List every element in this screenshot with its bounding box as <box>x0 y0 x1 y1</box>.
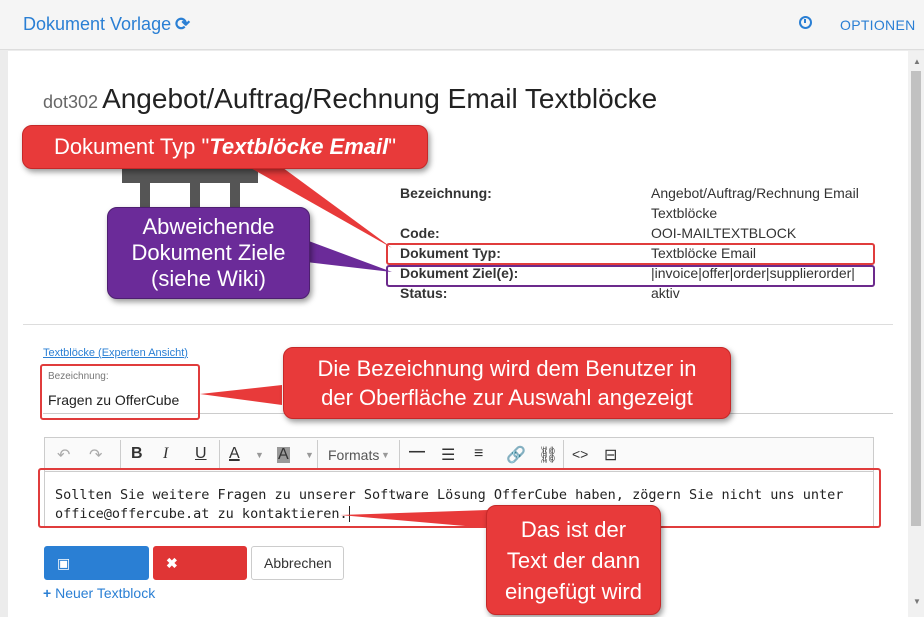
top-bar: Dokument Vorlage ⟳ OPTIONEN <box>0 0 924 50</box>
formats-chevron-icon[interactable]: ▼ <box>381 450 390 460</box>
formats-dropdown[interactable]: Formats <box>328 447 379 463</box>
scroll-thumb[interactable] <box>911 71 921 526</box>
highlight-editor-content <box>38 468 881 528</box>
doc-id: dot302 <box>43 92 99 112</box>
info-code-label: Code: <box>400 225 440 241</box>
bg-color-icon[interactable]: A <box>277 447 290 463</box>
textbloecke-link[interactable]: Textblöcke (Experten Ansicht) <box>43 347 188 359</box>
bg-color-dropdown-icon[interactable]: ▼ <box>305 450 314 460</box>
highlight-dokument-typ <box>386 243 875 265</box>
info-bezeichnung-value: Angebot/Auftrag/Rechnung Email Textblöck… <box>651 185 859 221</box>
floppy-icon: ▣ <box>57 555 71 571</box>
callout-dokument-typ: Dokument Typ "Textblöcke Email" <box>22 125 428 169</box>
page-title: dot302 Angebot/Auftrag/Rechnung Email Tex… <box>43 83 657 115</box>
horizontal-rule-icon[interactable]: — <box>409 443 425 461</box>
redo-icon[interactable]: ↷ <box>89 445 102 465</box>
underline-icon[interactable]: U <box>195 445 207 463</box>
new-textblock-link[interactable]: + Neuer Textblock <box>43 585 155 601</box>
scroll-down-icon[interactable]: ▼ <box>913 597 921 606</box>
cancel-button[interactable]: Abbrechen <box>251 546 344 580</box>
scrollbar[interactable]: ▲ ▼ <box>908 51 924 617</box>
text-color-icon[interactable]: A <box>229 445 240 463</box>
highlight-dokument-ziel <box>386 265 875 287</box>
callout-text: Das ist der Text der dann eingefügt wird <box>486 505 661 615</box>
page-break-icon[interactable]: ⊟ <box>604 445 617 465</box>
info-status-value: aktiv <box>651 285 680 301</box>
refresh-icon[interactable]: ⟳ <box>175 14 190 35</box>
page-title-text: Angebot/Auftrag/Rechnung Email Textblöck… <box>102 83 658 114</box>
undo-icon[interactable]: ↶ <box>57 445 70 465</box>
callout-dokument-ziele: Abweichende Dokument Ziele (siehe Wiki) <box>107 207 310 299</box>
app-title[interactable]: Dokument Vorlage <box>23 14 171 35</box>
italic-icon[interactable]: I <box>163 445 168 463</box>
clock-icon[interactable] <box>799 16 812 29</box>
text-color-dropdown-icon[interactable]: ▼ <box>255 450 264 460</box>
highlight-bezeichnung <box>40 364 200 420</box>
callout-bezeichnung: Die Bezeichnung wird dem Benutzer in der… <box>283 347 731 419</box>
info-bezeichnung-label: Bezeichnung: <box>400 185 492 201</box>
info-code-value: OOI-MAILTEXTBLOCK <box>651 225 797 241</box>
code-icon[interactable]: <> <box>572 446 588 462</box>
expert-view-link[interactable]: Experten Ansicht <box>102 347 185 359</box>
unlink-icon[interactable]: ⛓ <box>538 445 558 465</box>
link-icon[interactable]: 🔗 <box>506 445 526 465</box>
bold-icon[interactable]: B <box>131 445 143 463</box>
editor-toolbar: ↶ ↷ B I U A ▼ A ▼ Formats ▼ — ☰ ≡ 🔗 ⛓ <>… <box>45 438 873 472</box>
delete-button[interactable]: ✖ Löschen <box>153 546 247 603</box>
bullet-list-icon[interactable]: ☰ <box>441 445 455 465</box>
plus-icon: + <box>43 585 56 601</box>
divider <box>23 324 893 325</box>
numbered-list-icon[interactable]: ≡ <box>474 445 483 463</box>
scroll-up-icon[interactable]: ▲ <box>913 57 921 66</box>
save-button[interactable]: ▣ Speichern <box>44 546 149 603</box>
options-button[interactable]: OPTIONEN <box>840 17 916 33</box>
close-icon: ✖ <box>166 555 178 571</box>
info-status-label: Status: <box>400 285 448 301</box>
